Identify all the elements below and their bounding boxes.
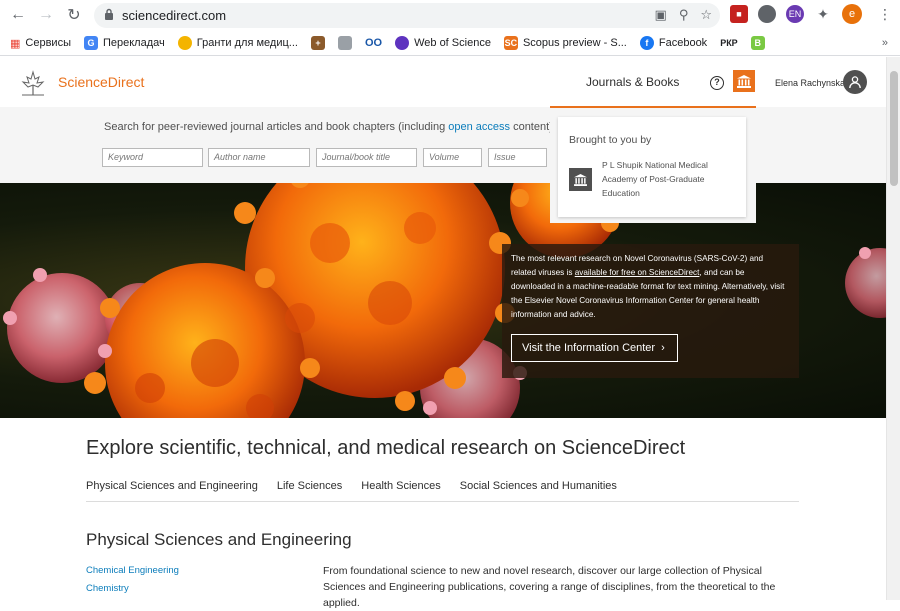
chemistry-link[interactable]: Chemistry [86,580,179,598]
tab-social-sciences[interactable]: Social Sciences and Humanities [460,480,617,501]
institution-icon [737,74,751,88]
free-access-link[interactable]: available for free on ScienceDirect [575,268,700,277]
institution-popover: Brought to you by P L Shupik National Me… [550,106,756,223]
user-name[interactable]: Elena Rachynska [775,78,845,88]
search-intro-suffix: content) [510,121,553,133]
document-icon [337,36,352,50]
issue-input[interactable]: Issue [488,148,547,167]
bookmark-oo[interactable]: OO [365,37,382,49]
translate-page-icon[interactable]: ▣ [655,7,667,23]
keywords-input[interactable]: Keyword [102,148,203,167]
elsevier-logo-icon[interactable] [17,69,49,97]
chevron-right-icon: › [661,342,665,354]
scrollbar-thumb[interactable] [890,71,898,186]
bookmark-label: Гранти для медиц... [196,37,298,49]
section-description: From foundational science to new and nov… [323,565,776,609]
bookmarks-bar: ▦ Сервисы G Перекладач Гранти для медиц.… [0,31,900,56]
profile-avatar[interactable]: e [842,4,862,24]
bookmark-grants[interactable]: Гранти для медиц... [177,36,298,50]
section-heading: Physical Sciences and Engineering [86,530,352,549]
b-icon: B [750,36,765,50]
forward-icon[interactable]: → [35,4,57,26]
bookmark-rkr[interactable]: РКР [720,38,738,48]
extension-circle-icon[interactable] [758,5,776,23]
bookmark-scopus[interactable]: SC Scopus preview - S... [503,36,627,50]
chemical-engineering-link[interactable]: Chemical Engineering [86,562,179,580]
extension-shield-icon[interactable]: ■ [730,5,748,23]
bookmark-label: Scopus preview - S... [522,37,627,49]
more-bookmarks-icon[interactable]: » [882,37,888,49]
scopus-icon: SC [503,36,518,50]
institution-button[interactable] [733,70,755,92]
clarivate-icon [395,36,410,50]
bookmark-services[interactable]: ▦ Сервисы [10,37,71,50]
search-intro-text: Search for peer-reviewed journal article… [104,121,449,133]
bulb-icon [177,36,192,50]
institution-name[interactable]: P L Shupik National Medical Academy of P… [602,158,742,200]
url-text: sciencedirect.com [122,8,227,23]
journals-books-link[interactable]: Journals & Books [586,75,679,89]
bookmark-label: Перекладач [102,37,165,49]
institution-icon [569,168,592,191]
explore-heading: Explore scientific, technical, and medic… [86,437,686,459]
bookmark-doc[interactable] [337,36,352,50]
bookmark-facebook[interactable]: f Facebook [639,36,708,50]
popover-title: Brought to you by [569,134,652,146]
bookmark-label: РКР [720,38,738,48]
oo-icon: OO [364,37,383,49]
apps-grid-icon: ▦ [10,37,21,50]
address-bar[interactable]: sciencedirect.com ▣ ⚲ ☆ [94,3,720,28]
translate-icon: G [83,36,98,50]
bookmark-web-of-science[interactable]: Web of Science [395,36,491,50]
bookmark-label: Сервисы [25,37,71,49]
visit-info-center-button[interactable]: Visit the Information Center › [511,334,678,362]
institution-card: Brought to you by P L Shupik National Me… [558,117,746,217]
back-icon[interactable]: ← [7,4,29,26]
user-avatar-icon[interactable] [843,70,867,94]
subject-list: Chemical Engineering Chemistry [86,562,179,598]
journal-title-input[interactable]: Journal/book title [316,148,417,167]
author-input[interactable]: Author name [208,148,310,167]
covid-info-box: The most relevant research on Novel Coro… [502,244,799,378]
tab-health-sciences[interactable]: Health Sciences [361,480,441,501]
brand-name[interactable]: ScienceDirect [58,74,144,90]
extension-en-icon[interactable]: EN [786,5,804,23]
menu-kebab-icon[interactable]: ⋮ [878,6,892,23]
bookmark-star-icon[interactable]: ☆ [700,7,712,23]
facebook-icon: f [639,36,654,50]
subject-tabs: Physical Sciences and Engineering Life S… [86,480,799,502]
bookmark-cross[interactable]: + [310,36,325,50]
extensions-puzzle-icon[interactable]: ✦ [814,5,832,23]
page-scrollbar[interactable] [886,57,900,600]
tab-physical-sciences[interactable]: Physical Sciences and Engineering [86,480,258,501]
bookmark-label: Facebook [658,37,708,49]
bookmark-label: Web of Science [414,37,491,49]
covid-info-text: The most relevant research on Novel Coro… [511,252,790,322]
browser-toolbar: ← → ↻ sciencedirect.com ▣ ⚲ ☆ ■ EN ✦ e ⋮ [0,0,900,31]
lock-icon [104,8,114,23]
volume-input[interactable]: Volume [423,148,482,167]
visit-info-center-label: Visit the Information Center [522,342,656,354]
search-intro: Search for peer-reviewed journal article… [104,121,553,133]
zoom-icon[interactable]: ⚲ [679,7,689,23]
help-icon[interactable]: ? [710,76,724,90]
open-access-link[interactable]: open access [448,121,510,133]
bookmark-translator[interactable]: G Перекладач [83,36,165,50]
tab-life-sciences[interactable]: Life Sciences [277,480,342,501]
bookmark-b[interactable]: B [750,36,765,50]
cross-icon: + [310,36,325,50]
reload-icon[interactable]: ↻ [63,4,85,26]
site-header: ScienceDirect Journals & Books ? Elena R… [0,57,886,107]
